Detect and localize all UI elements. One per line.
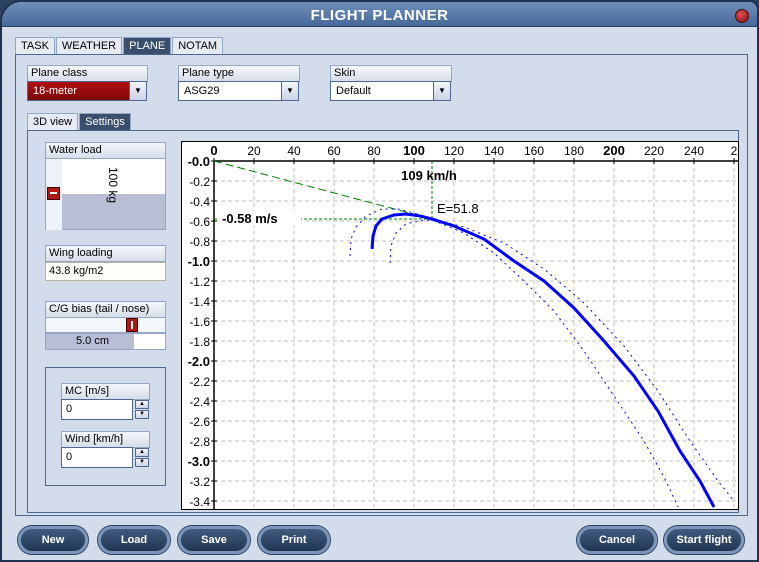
cg-bias-slider[interactable] <box>45 317 166 333</box>
chevron-down-icon[interactable]: ▼ <box>433 81 451 101</box>
y-tick-label: -0.6 <box>189 215 210 229</box>
y-tick-label: -2.6 <box>189 415 210 429</box>
x-tick-label: 160 <box>524 144 544 158</box>
y-tick-label: -3.4 <box>189 495 210 509</box>
polar-chart: 0 20 40 60 80 100 120 140 160 180 200 220 240 2 -0.0 -0… <box>181 141 739 510</box>
wind-down-button[interactable]: ▼ <box>135 458 149 467</box>
cancel-button[interactable]: Cancel <box>577 526 657 554</box>
water-load-bar[interactable]: 100 kg <box>45 158 166 230</box>
plane-type-select[interactable]: ASG29 <box>178 81 282 101</box>
tab-task[interactable]: TASK <box>15 37 55 54</box>
x-tick-label: 200 <box>603 143 625 158</box>
glide-ratio-annotation: E=51.8 <box>437 201 479 216</box>
flight-planner-window: FLIGHT PLANNER TASK WEATHER PLANE NOTAM … <box>0 0 759 562</box>
tab-plane[interactable]: PLANE <box>123 37 172 54</box>
chart-background <box>181 141 739 510</box>
skin-select[interactable]: Default <box>330 81 434 101</box>
y-tick-label: -2.8 <box>189 435 210 449</box>
plane-type-label: Plane type <box>178 65 300 82</box>
x-tick-label: 220 <box>644 144 664 158</box>
wind-label: Wind [km/h] <box>61 431 150 448</box>
cg-bias-label: C/G bias (tail / nose) <box>45 301 166 318</box>
tab-settings[interactable]: Settings <box>79 113 131 130</box>
mc-down-button[interactable]: ▼ <box>135 410 149 419</box>
save-button[interactable]: Save <box>178 526 250 554</box>
sink-annotation: -0.58 m/s <box>222 211 278 226</box>
wing-loading-value: 43.8 kg/m2 <box>45 262 166 281</box>
main-tabs: TASK WEATHER PLANE NOTAM <box>15 37 224 54</box>
x-tick-label: 80 <box>367 144 381 158</box>
x-tick-label: 2 <box>731 144 738 158</box>
x-tick-label: 60 <box>327 144 341 158</box>
tab-notam[interactable]: NOTAM <box>172 37 224 54</box>
cg-bias-slider-handle[interactable] <box>126 318 138 332</box>
mc-input[interactable]: 0 <box>61 399 133 420</box>
tab-3d-view[interactable]: 3D view <box>27 113 79 130</box>
water-load-slider-handle[interactable] <box>47 187 60 200</box>
plane-class-select[interactable]: 18-meter <box>27 81 130 101</box>
plane-class-label: Plane class <box>27 65 148 82</box>
print-button[interactable]: Print <box>258 526 330 554</box>
wind-up-button[interactable]: ▲ <box>135 448 149 457</box>
x-tick-label: 180 <box>564 144 584 158</box>
y-tick-label: -0.2 <box>189 175 210 189</box>
chevron-down-icon[interactable]: ▼ <box>281 81 299 101</box>
title-bar: FLIGHT PLANNER <box>2 2 757 27</box>
x-tick-label: 140 <box>484 144 504 158</box>
y-tick-label: -1.0 <box>188 254 210 269</box>
y-tick-label: -2.4 <box>189 395 210 409</box>
wind-input[interactable]: 0 <box>61 447 133 468</box>
chevron-down-icon[interactable]: ▼ <box>129 81 147 101</box>
y-tick-label: -1.8 <box>189 335 210 349</box>
y-tick-label: -2.2 <box>189 375 210 389</box>
x-tick-label: 0 <box>210 143 217 158</box>
y-tick-label: -1.4 <box>189 295 210 309</box>
speed-annotation: 109 km/h <box>401 168 457 183</box>
close-icon[interactable] <box>735 9 749 23</box>
tab-weather[interactable]: WEATHER <box>55 37 123 54</box>
y-tick-label: -1.2 <box>189 275 210 289</box>
x-tick-label: 100 <box>403 143 425 158</box>
y-tick-label: -1.6 <box>189 315 210 329</box>
x-tick-label: 20 <box>247 144 261 158</box>
window-title: FLIGHT PLANNER <box>310 7 449 24</box>
y-tick-label: -2.0 <box>188 354 210 369</box>
cg-bias-value: 5.0 cm <box>45 333 166 350</box>
y-tick-label: -0.0 <box>188 154 210 169</box>
sub-tabs: 3D view Settings <box>27 113 132 130</box>
mc-label: MC [m/s] <box>61 383 150 400</box>
new-button[interactable]: New <box>18 526 88 554</box>
start-flight-button[interactable]: Start flight <box>664 526 744 554</box>
skin-label: Skin <box>330 65 452 82</box>
y-tick-label: -3.2 <box>189 475 210 489</box>
x-tick-label: 40 <box>287 144 301 158</box>
x-tick-label: 120 <box>444 144 464 158</box>
mc-up-button[interactable]: ▲ <box>135 400 149 409</box>
y-tick-label: -0.8 <box>189 235 210 249</box>
x-tick-label: 240 <box>684 144 704 158</box>
water-load-label: Water load <box>45 142 166 159</box>
wing-loading-label: Wing loading <box>45 245 166 262</box>
water-load-value: 100 kg <box>106 167 120 204</box>
load-button[interactable]: Load <box>98 526 170 554</box>
y-tick-label: -3.0 <box>188 454 210 469</box>
y-tick-label: -0.4 <box>189 195 210 209</box>
